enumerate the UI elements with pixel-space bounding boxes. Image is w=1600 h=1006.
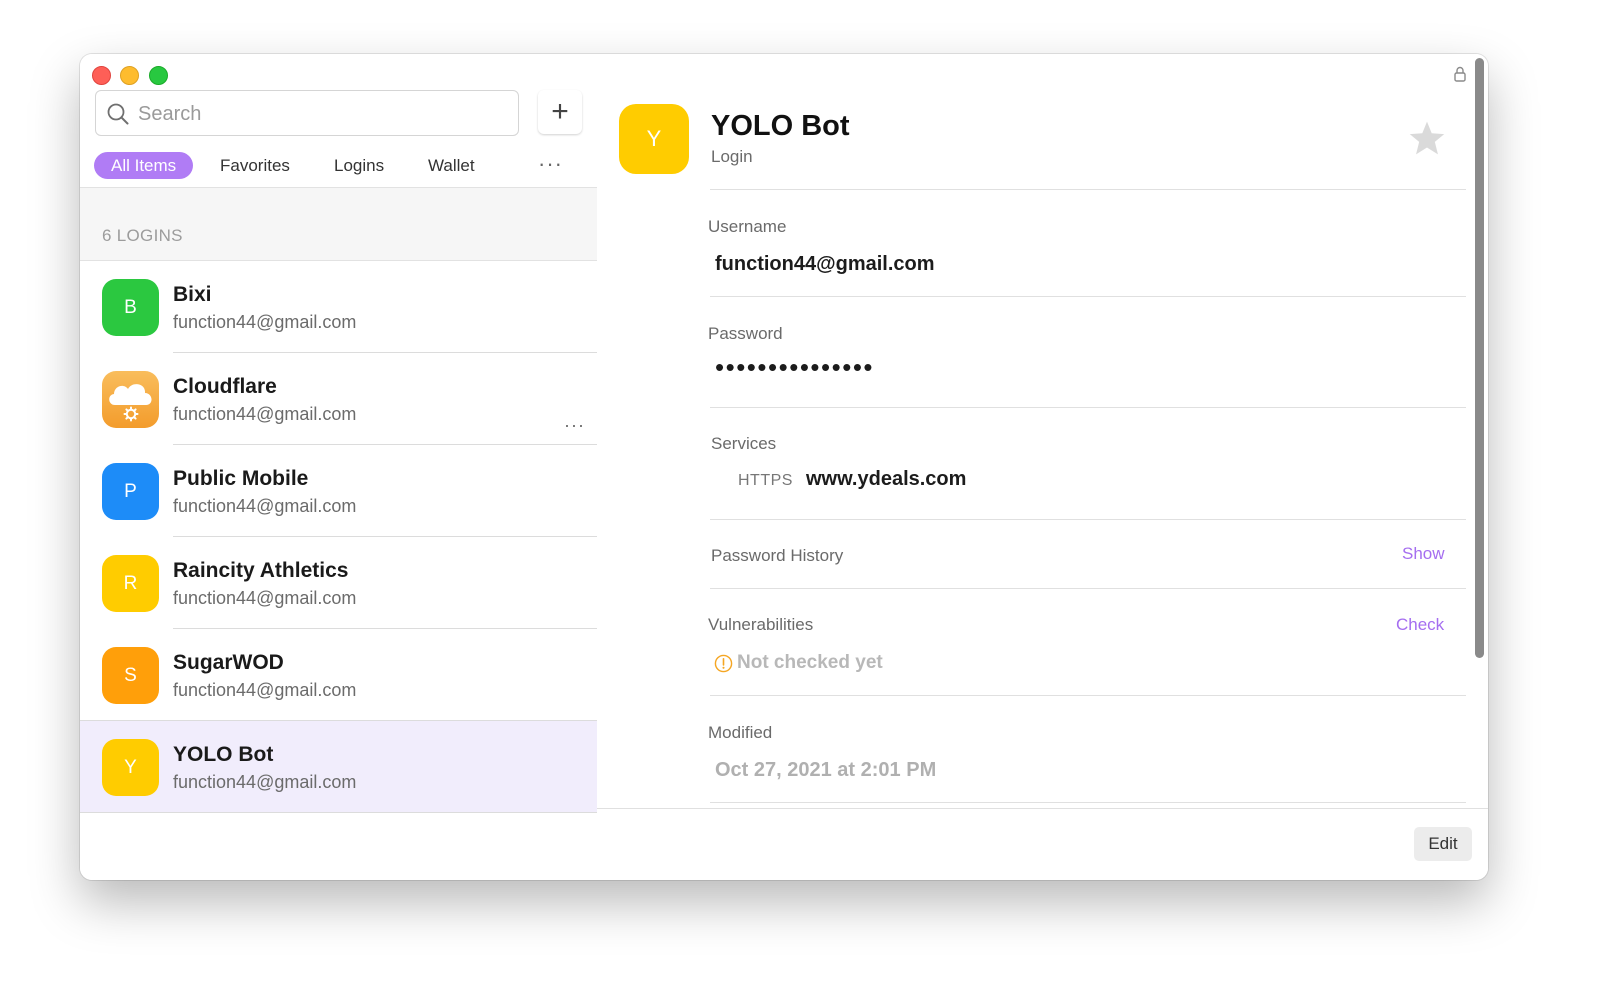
search-field[interactable] (95, 90, 519, 136)
more-filters-icon[interactable]: ··· (538, 153, 563, 175)
favorite-star-icon[interactable] (1408, 120, 1446, 156)
item-title: YOLO Bot (711, 110, 850, 142)
sidebar: + All Items Favorites Logins Wallet ··· … (80, 54, 598, 880)
avatar-initial: B (124, 296, 137, 318)
divider (710, 519, 1466, 520)
item-username: function44@gmail.com (173, 312, 357, 332)
item-name: Public Mobile (173, 467, 309, 490)
warning-icon (714, 654, 733, 672)
add-item-button[interactable]: + (538, 90, 582, 134)
item-avatar: S (102, 647, 159, 704)
search-icon (107, 103, 129, 125)
edit-button[interactable]: Edit (1414, 827, 1472, 861)
list-item-cloudflare[interactable]: Cloudflare function44@gmail.com ··· (80, 353, 597, 445)
filter-logins[interactable]: Logins (334, 152, 384, 179)
service-scheme: HTTPS (738, 472, 793, 489)
check-vulnerabilities-button[interactable]: Check (1396, 615, 1444, 635)
item-name: SugarWOD (173, 651, 284, 674)
filter-wallet[interactable]: Wallet (428, 152, 475, 179)
item-name: Raincity Athletics (173, 559, 349, 582)
search-input[interactable] (136, 99, 510, 129)
divider (710, 189, 1466, 190)
item-name: YOLO Bot (173, 743, 274, 766)
item-username: function44@gmail.com (173, 496, 357, 516)
username-value[interactable]: function44@gmail.com (715, 253, 935, 276)
scrollbar-thumb[interactable] (1475, 58, 1484, 658)
item-username: function44@gmail.com (173, 404, 357, 424)
avatar-initial: R (123, 572, 138, 594)
item-name: Cloudflare (173, 375, 277, 398)
divider (710, 296, 1466, 297)
divider (710, 588, 1466, 589)
item-name: Bixi (173, 283, 212, 306)
list-item-raincity-athletics[interactable]: R Raincity Athletics function44@gmail.co… (80, 537, 597, 629)
close-window-button[interactable] (92, 66, 111, 85)
divider (710, 802, 1466, 803)
avatar-initial: S (124, 664, 137, 686)
avatar-initial: Y (124, 756, 137, 778)
filter-all-items[interactable]: All Items (94, 152, 194, 179)
item-username: function44@gmail.com (173, 772, 357, 792)
vulnerability-status-text: Not checked yet (737, 652, 883, 673)
item-list: B Bixi function44@gmail.com Cloudflare f… (80, 261, 597, 813)
vulnerability-status: Not checked yet (714, 652, 883, 674)
item-avatar: Y (619, 104, 689, 174)
list-item-bixi[interactable]: B Bixi function44@gmail.com (80, 261, 597, 353)
service-url-link[interactable]: www.ydeals.com (806, 468, 966, 491)
filter-favorites[interactable]: Favorites (220, 152, 290, 179)
item-username: function44@gmail.com (173, 588, 357, 608)
section-title: 6 LOGINS (102, 226, 183, 245)
section-header (80, 188, 597, 261)
cloud-gear-icon (108, 383, 152, 421)
item-avatar: Y (102, 739, 159, 796)
lock-icon[interactable] (1454, 66, 1466, 82)
avatar-initial: P (124, 480, 137, 502)
minimize-window-button[interactable] (120, 66, 139, 85)
item-avatar: P (102, 463, 159, 520)
list-item-sugarwod[interactable]: S SugarWOD function44@gmail.com (80, 629, 597, 721)
modified-value: Oct 27, 2021 at 2:01 PM (715, 759, 937, 781)
services-label: Services (711, 434, 777, 453)
modified-label: Modified (708, 723, 773, 742)
divider (710, 695, 1466, 696)
password-label: Password (708, 324, 783, 343)
avatar-initial: Y (646, 126, 662, 151)
item-type: Login (711, 147, 753, 166)
list-item-yolo-bot[interactable]: Y YOLO Bot function44@gmail.com (80, 721, 597, 813)
plus-icon: + (551, 95, 569, 128)
row-more-icon[interactable]: ··· (564, 415, 585, 436)
detail-pane: Y YOLO Bot Login Username function44@gma… (597, 54, 1488, 880)
username-label: Username (708, 217, 787, 236)
item-avatar (102, 371, 159, 428)
divider (710, 407, 1466, 408)
item-username: function44@gmail.com (173, 680, 357, 700)
list-item-public-mobile[interactable]: P Public Mobile function44@gmail.com (80, 445, 597, 537)
show-password-history-button[interactable]: Show (1402, 544, 1445, 564)
vulnerabilities-label: Vulnerabilities (708, 615, 814, 634)
app-window: + All Items Favorites Logins Wallet ··· … (80, 54, 1488, 880)
item-avatar: B (102, 279, 159, 336)
footer-divider (597, 808, 1488, 809)
password-history-label: Password History (711, 546, 844, 565)
row-separator (80, 812, 597, 813)
password-value[interactable]: ••••••••••••••• (715, 354, 874, 380)
item-avatar: R (102, 555, 159, 612)
zoom-window-button[interactable] (149, 66, 168, 85)
